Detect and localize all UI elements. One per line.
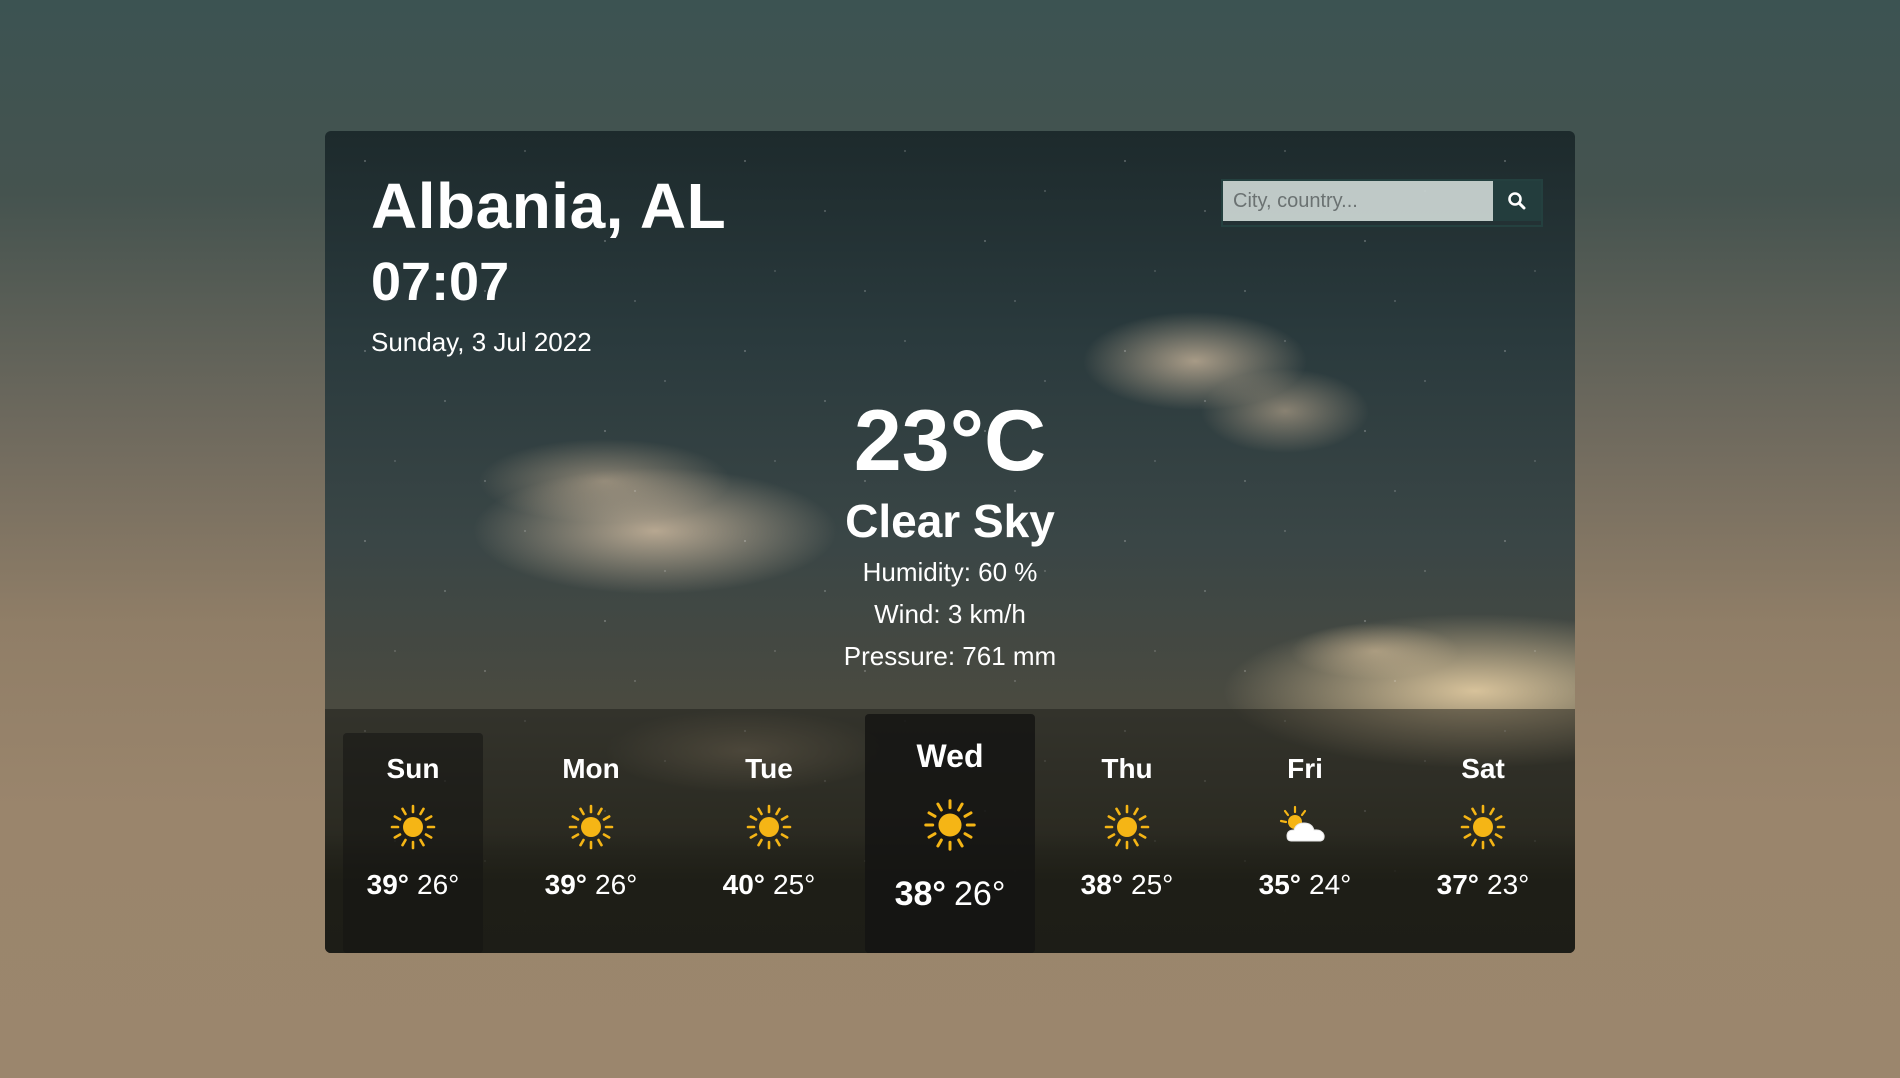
forecast-day-thu[interactable]: Thu 38° 25° — [1057, 733, 1197, 953]
forecast-day-name: Thu — [1101, 753, 1153, 784]
forecast-day-name: Fri — [1287, 753, 1323, 784]
partly-cloudy-icon — [1279, 805, 1325, 842]
forecast-max-temp: 40° — [722, 869, 765, 900]
sun-icon — [1460, 804, 1506, 850]
humidity-value: Humidity: 60 % — [862, 557, 1038, 587]
forecast-day-mon[interactable]: Mon 39° 26° — [521, 733, 661, 953]
local-time: 07:07 — [371, 252, 510, 312]
forecast-day-name: Sun — [386, 753, 440, 784]
weather-card: Albania, AL 07:07 Sunday, 3 Jul 2022 23°… — [325, 131, 1575, 953]
forecast-day-wed[interactable]: Wed 38° 26° — [865, 714, 1035, 953]
forecast-day-fri[interactable]: Fri 35° 24° — [1235, 733, 1375, 953]
city-search-input[interactable] — [1223, 181, 1493, 221]
forecast-max-temp: 37° — [1436, 869, 1479, 900]
forecast-day-sun[interactable]: Sun 39° 26° — [343, 733, 483, 953]
forecast-min-temp: 24° — [1309, 869, 1352, 900]
sun-icon — [568, 804, 614, 850]
search-button[interactable] — [1493, 181, 1541, 221]
sun-icon — [390, 804, 436, 850]
forecast-min-temp: 25° — [773, 869, 816, 900]
forecast-day-name: Wed — [916, 738, 984, 774]
forecast-min-temp: 26° — [954, 875, 1006, 913]
forecast-max-temp: 39° — [366, 869, 409, 900]
pressure-value: Pressure: 761 mm — [843, 641, 1057, 671]
forecast-day-sat[interactable]: Sat 37° 23° — [1413, 733, 1553, 953]
forecast-day-tue[interactable]: Tue 40° 25° — [699, 733, 839, 953]
local-date: Sunday, 3 Jul 2022 — [371, 327, 592, 357]
forecast-min-temp: 25° — [1131, 869, 1174, 900]
current-weather: 23°C Clear Sky Humidity: 60 % Wind: 3 km… — [325, 391, 1575, 677]
forecast-day-name: Sat — [1461, 753, 1505, 784]
search-bar — [1221, 179, 1543, 227]
forecast-min-temp: 26° — [595, 869, 638, 900]
forecast-max-temp: 39° — [544, 869, 587, 900]
forecast-max-temp: 35° — [1258, 869, 1301, 900]
forecast-day-name: Tue — [745, 753, 793, 784]
forecast-max-temp: 38° — [894, 875, 946, 913]
weekly-forecast: Sun 39° 26° Mon 39° 26° Tue 40° 25° Wed 38°… — [325, 709, 1575, 953]
wind-value: Wind: 3 km/h — [874, 599, 1026, 629]
sun-icon — [746, 804, 792, 850]
current-temperature: 23°C — [853, 393, 1047, 489]
forecast-min-temp: 23° — [1487, 869, 1530, 900]
forecast-max-temp: 38° — [1080, 869, 1123, 900]
sun-icon — [924, 799, 976, 851]
search-icon — [1508, 192, 1526, 210]
city-name: Albania, AL — [371, 170, 727, 242]
forecast-min-temp: 26° — [417, 869, 460, 900]
forecast-day-name: Mon — [562, 753, 620, 784]
sun-icon — [1104, 804, 1150, 850]
weather-condition: Clear Sky — [845, 495, 1055, 547]
